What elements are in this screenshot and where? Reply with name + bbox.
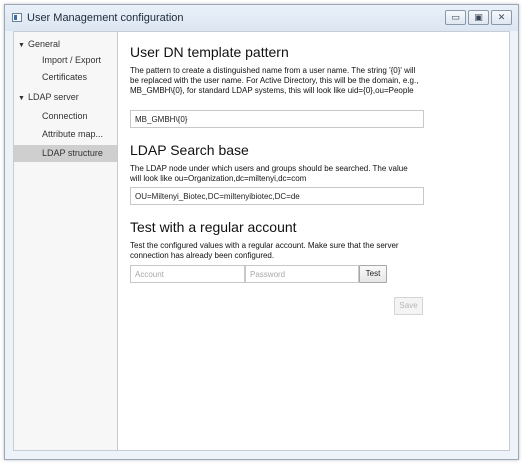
close-icon: ✕ — [497, 12, 506, 23]
tree-item-label: LDAP server — [27, 92, 79, 102]
app-window: User Management configuration ▭ ▣ ✕ ▼ Gen… — [4, 4, 519, 460]
maximize-icon: ▣ — [474, 12, 483, 23]
window-controls: ▭ ▣ ✕ — [445, 10, 512, 25]
search-base-input[interactable] — [130, 187, 424, 205]
tree-item-import-export[interactable]: Import / Export — [14, 53, 117, 68]
window-title: User Management configuration — [27, 12, 184, 24]
tree-item-label: Attribute map... — [42, 129, 104, 139]
tree-item-connection[interactable]: Connection — [14, 109, 117, 124]
test-button[interactable]: Test — [359, 265, 387, 283]
tree-item-ldap-structure[interactable]: LDAP structure — [14, 145, 117, 162]
dn-template-heading: User DN template pattern — [130, 44, 289, 60]
test-description: Test the configured values with a regula… — [130, 241, 399, 260]
tree-item-label: General — [27, 39, 60, 49]
search-base-heading: LDAP Search base — [130, 142, 249, 158]
app-icon — [12, 13, 22, 22]
tree-item-label: Connection — [42, 111, 88, 121]
minimize-button[interactable]: ▭ — [445, 10, 466, 25]
tree-item-label: Certificates — [42, 72, 88, 82]
client-area: ▼ General Import / Export Certificates ▼ L… — [13, 31, 510, 451]
expand-caret-icon[interactable]: ▼ — [18, 95, 25, 102]
dn-template-input[interactable] — [130, 110, 424, 128]
tree-item-label: Import / Export — [42, 55, 102, 65]
tree-item-label: LDAP structure — [42, 148, 103, 158]
expand-caret-icon[interactable]: ▼ — [18, 42, 25, 49]
tree-item-certificates[interactable]: Certificates — [14, 70, 117, 85]
title-bar[interactable]: User Management configuration ▭ ▣ ✕ — [5, 5, 518, 31]
navigation-tree: ▼ General Import / Export Certificates ▼ L… — [14, 32, 118, 450]
search-base-description: The LDAP node under which users and grou… — [130, 164, 408, 183]
password-input[interactable] — [245, 265, 359, 283]
minimize-icon: ▭ — [451, 12, 460, 23]
tree-item-attribute-map[interactable]: Attribute map... — [14, 127, 117, 142]
account-input[interactable] — [130, 265, 245, 283]
tree-item-ldap-server[interactable]: ▼ LDAP server — [14, 90, 117, 105]
close-button[interactable]: ✕ — [491, 10, 512, 25]
settings-panel: User DN template pattern The pattern to … — [118, 32, 509, 450]
dn-template-description: The pattern to create a distinguished na… — [130, 66, 419, 95]
save-button[interactable]: Save — [394, 297, 423, 315]
test-heading: Test with a regular account — [130, 219, 297, 235]
maximize-button[interactable]: ▣ — [468, 10, 489, 25]
tree-item-general[interactable]: ▼ General — [14, 37, 117, 52]
